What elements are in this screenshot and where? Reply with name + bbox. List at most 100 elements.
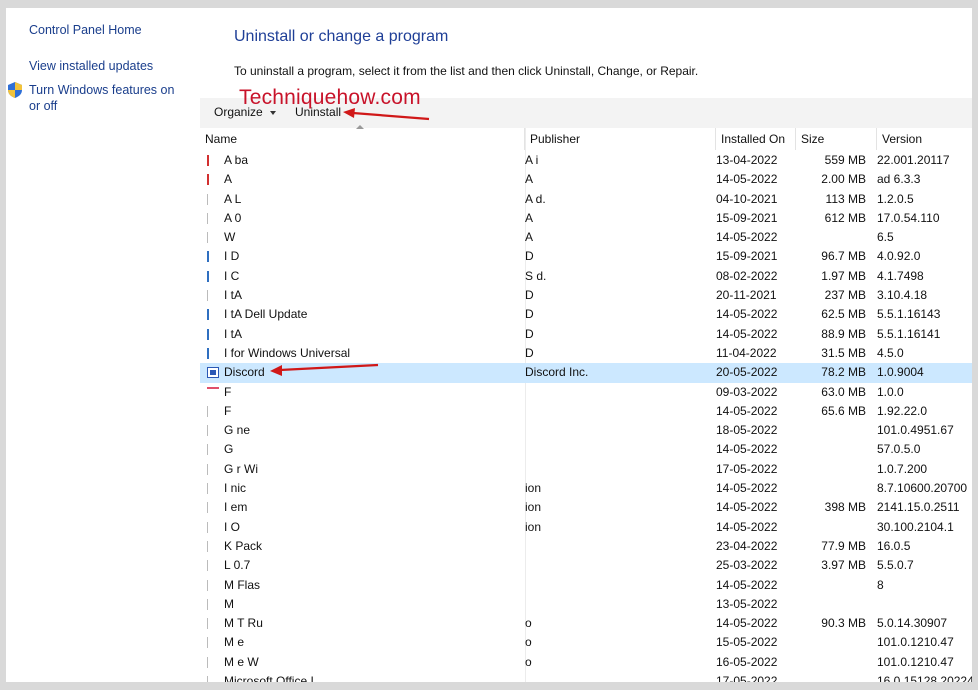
table-row[interactable]: M 13-05-2022 [200,595,972,614]
table-row[interactable]: G 14-05-2022 57.0.5.0 [200,440,972,459]
program-name: A L [224,191,242,206]
table-row[interactable]: F 14-05-2022 65.6 MB 1.92.22.0 [200,402,972,421]
table-row[interactable]: F 09-03-2022 63.0 MB 1.0.0 [200,383,972,402]
program-publisher: D [525,249,534,264]
program-publisher: A [525,172,534,187]
table-row[interactable]: I tA Dell Update D 14-05-2022 62.5 MB 5.5.1.… [200,305,972,324]
table-row[interactable]: A A 14-05-2022 2.00 MB ad 6.3.3 [200,170,972,189]
program-installed-on: 14-05-2022 [716,500,778,515]
program-installed-on: 04-10-2021 [716,191,778,206]
program-publisher: S d. [525,268,547,283]
program-installed-on: 14-05-2022 [716,616,778,631]
column-header-name[interactable]: Name [200,128,525,150]
program-name: I C [224,268,240,283]
program-installed-on: 14-05-2022 [716,403,778,418]
fb-icon [207,386,219,398]
program-installed-on: 14-05-2022 [716,326,778,341]
table-row[interactable]: L 0.7 25-03-2022 3.97 MB 5.5.0.7 [200,556,972,575]
plain-icon [207,483,219,495]
turn-windows-features-link[interactable]: Turn Windows features on or off [29,82,189,114]
table-row[interactable]: I nic ion 14-05-2022 8.7.10600.20700 [200,479,972,498]
table-row[interactable]: A ba A i 13-04-2022 559 MB 22.001.20117 [200,151,972,170]
program-version: 2141.15.0.2511 [877,500,960,515]
program-publisher: ion [525,500,542,515]
plain-icon [207,444,219,456]
program-name: W [224,230,236,245]
table-row[interactable]: M e W o 16-05-2022 101.0.1210.47 [200,653,972,672]
view-installed-updates-link[interactable]: View installed updates [29,58,153,74]
plain-icon [207,618,219,630]
blue-icon [207,309,219,321]
program-publisher: A i [525,153,539,167]
table-row[interactable]: I D D 15-09-2021 96.7 MB 4.0.92.0 [200,247,972,266]
table-row[interactable]: Microsoft Office I 17-05-2022 16.0.15128.2… [200,672,972,682]
program-version: 5.5.0.7 [877,558,914,573]
program-size: 62.5 MB [821,307,866,322]
program-installed-on: 09-03-2022 [716,384,778,399]
plain-icon [207,502,219,514]
program-installed-on: 08-02-2022 [716,268,778,283]
program-size: 1.97 MB [821,268,866,283]
program-name: L 0.7 [224,558,251,573]
column-header-installed-on[interactable]: Installed On [716,128,796,150]
program-version: 6.5 [877,230,894,245]
table-row[interactable]: M e o 15-05-2022 101.0.1210.47 [200,633,972,652]
program-version: 1.2.0.5 [877,191,914,206]
program-publisher: o [525,654,532,669]
column-header-size[interactable]: Size [796,128,877,150]
plain-icon [207,463,219,475]
blue-icon [207,251,219,263]
program-size: 88.9 MB [821,326,866,341]
sidebar: Control Panel Home View installed update… [6,8,198,682]
program-publisher: D [525,288,534,303]
program-size: 31.5 MB [821,345,866,360]
column-header-version[interactable]: Version [877,128,972,150]
table-row[interactable]: K Pack 23-04-2022 77.9 MB 16.0.5 [200,537,972,556]
table-row[interactable]: G r Wi 17-05-2022 1.0.7.200 [200,460,972,479]
program-size: 559 MB [824,153,866,167]
program-publisher: A [525,230,534,245]
table-row[interactable]: A L A d. 04-10-2021 113 MB 1.2.0.5 [200,190,972,209]
program-size: 2.00 MB [821,172,866,187]
table-row[interactable]: I tA D 20-11-2021 237 MB 3.10.4.18 [200,286,972,305]
program-version: 4.5.0 [877,345,904,360]
column-header-publisher[interactable]: Publisher [525,128,716,150]
program-installed-on: 14-05-2022 [716,230,778,245]
plain-icon [207,676,219,682]
program-version: 5.5.1.16143 [877,307,941,322]
table-row[interactable]: I em ion 14-05-2022 398 MB 2141.15.0.2511 [200,498,972,517]
program-version: 1.0.0 [877,384,904,399]
table-row[interactable]: I C S d. 08-02-2022 1.97 MB 4.1.7498 [200,267,972,286]
program-installed-on: 15-09-2021 [716,249,778,264]
program-publisher: D [525,326,534,341]
table-row[interactable]: A 0 A 15-09-2021 612 MB 17.0.54.110 [200,209,972,228]
chevron-down-icon [269,110,276,115]
table-row[interactable]: I tA D 14-05-2022 88.9 MB 5.5.1.16141 [200,325,972,344]
program-version: 1.0.9004 [877,365,924,380]
program-installed-on: 18-05-2022 [716,423,778,438]
table-row[interactable]: I O ion 14-05-2022 30.100.2104.1 [200,518,972,537]
program-name: I D [224,249,240,264]
table-row[interactable]: M T Ru o 14-05-2022 90.3 MB 5.0.14.30907 [200,614,972,633]
control-panel-home-link[interactable]: Control Panel Home [29,22,142,38]
program-list: A ba A i 13-04-2022 559 MB 22.001.20117 A A 14-… [200,151,972,682]
table-row[interactable]: G ne 18-05-2022 101.0.4951.67 [200,421,972,440]
program-installed-on: 14-05-2022 [716,307,778,322]
program-version: 5.5.1.16141 [877,326,941,341]
table-row[interactable]: W A 14-05-2022 6.5 [200,228,972,247]
app-icon [207,193,219,205]
program-publisher: Discord Inc. [525,365,589,380]
plain-icon [207,598,219,610]
program-name: A ba [224,153,249,167]
program-publisher: A d. [525,191,546,206]
plain-icon [207,405,219,417]
program-version: 8.7.10600.20700 [877,481,968,496]
program-publisher: o [525,635,532,650]
program-name: I tA Dell Update [224,307,308,322]
programs-and-features-window: Control Panel Home View installed update… [6,8,972,682]
annotation-arrow-uninstall [343,108,430,121]
program-installed-on: 14-05-2022 [716,577,778,592]
program-publisher: ion [525,481,542,496]
table-row[interactable]: M Flas 14-05-2022 8 [200,576,972,595]
program-publisher: o [525,616,532,631]
